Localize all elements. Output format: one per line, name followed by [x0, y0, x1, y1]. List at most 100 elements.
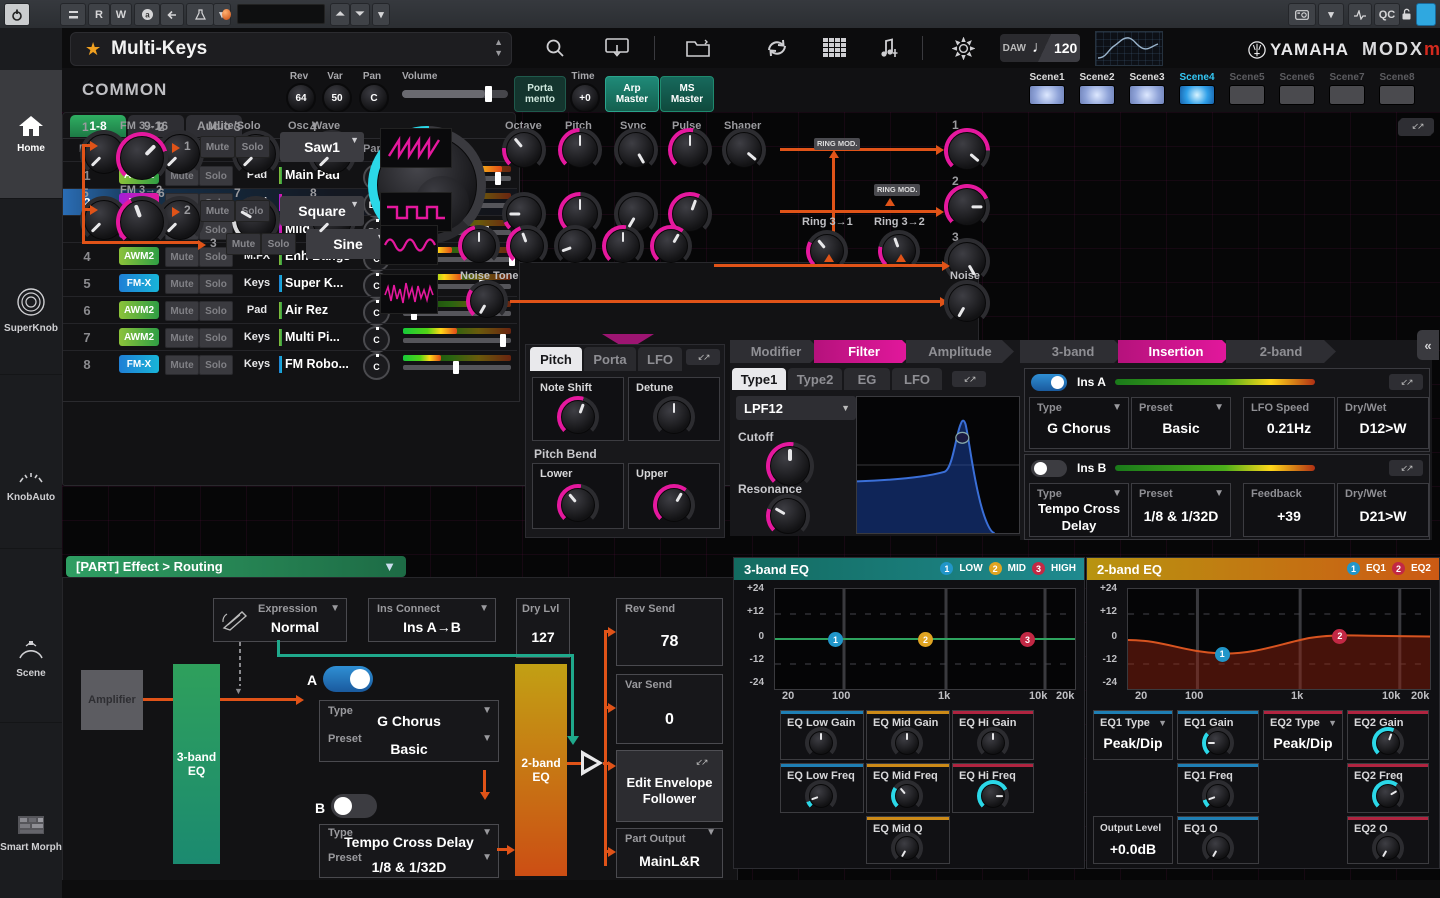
eq1-freq-box[interactable]: EQ1 Freq	[1177, 763, 1259, 813]
tab-amplitude[interactable]: Amplitude	[906, 340, 1014, 363]
pb-lower-box[interactable]: Lower	[532, 463, 624, 529]
eq-mid-gain-knob[interactable]	[895, 731, 919, 755]
osc1-pulse-knob[interactable]	[672, 132, 708, 168]
osc3-pitch-knob[interactable]	[510, 229, 544, 263]
eq2-type-box[interactable]: EQ2 Type ▼ Peak/Dip	[1263, 710, 1343, 760]
write-button[interactable]: W	[110, 3, 132, 26]
scene3-button[interactable]: Scene3	[1127, 72, 1167, 105]
filter-type-select[interactable]: LPF12 ▼	[736, 396, 856, 420]
fx-b-box[interactable]: Type ▼ Tempo Cross Delay Preset ▼ 1/8 & …	[319, 824, 499, 878]
volume-slider-thumb[interactable]	[485, 86, 492, 102]
sidebar-item-superknob[interactable]: SuperKnob	[0, 246, 62, 375]
cutoff-knob[interactable]	[770, 446, 810, 486]
scene6-button[interactable]: Scene6	[1277, 72, 1317, 105]
scene2-button[interactable]: Scene2	[1077, 72, 1117, 105]
ins-a-toggle[interactable]	[1031, 374, 1067, 391]
eq2-freq-box[interactable]: EQ2 Freq	[1347, 763, 1429, 813]
subtab-type2[interactable]: Type2	[788, 368, 842, 390]
detune-knob[interactable]	[657, 400, 691, 434]
rev-send-knob[interactable]: 64	[286, 83, 316, 113]
power-button[interactable]	[4, 3, 30, 26]
portamento-button[interactable]: Porta mento	[514, 76, 566, 112]
sidebar-item-smartmorph[interactable]: Smart Morph	[0, 768, 62, 898]
pan-knob[interactable]: C	[359, 83, 389, 113]
eq3-point-high[interactable]: 3	[1020, 632, 1035, 647]
scene5-button[interactable]: Scene5	[1227, 72, 1267, 105]
expand-icon[interactable]: ↙↗	[1389, 374, 1423, 390]
scene8-button[interactable]: Scene8	[1377, 72, 1417, 105]
store-button[interactable]	[602, 34, 632, 62]
pattern-button[interactable]	[820, 34, 850, 62]
part-output-box[interactable]: Part Output ▼ MainL&R	[616, 828, 723, 878]
osc2-wave-select[interactable]: Square▼	[280, 196, 364, 226]
solo-button[interactable]: Solo	[199, 328, 233, 348]
color-swatch[interactable]	[1416, 3, 1436, 26]
osc2-mute-button[interactable]: Mute	[200, 200, 235, 222]
fm-3-1-knob[interactable]	[120, 136, 164, 180]
fx-a-box[interactable]: Type ▼ G Chorus Preset ▼ Basic	[319, 700, 499, 762]
pb-upper-box[interactable]: Upper	[628, 463, 720, 529]
part-volume-slider[interactable]	[403, 355, 511, 374]
expand-icon[interactable]: ↙↗	[1389, 460, 1423, 476]
osc1-octave-knob[interactable]	[506, 132, 542, 168]
eq2-routing-block[interactable]: 2-band EQ	[515, 664, 567, 876]
list-dropdown[interactable]: ▾	[372, 3, 390, 26]
lock-button[interactable]	[1398, 3, 1414, 24]
tool-button[interactable]	[186, 3, 214, 26]
eq2-gain-knob[interactable]	[1376, 731, 1400, 755]
tab-filter[interactable]: Filter	[814, 340, 914, 363]
osc1-shaper-knob[interactable]	[726, 132, 762, 168]
mute-button[interactable]: Mute	[165, 328, 199, 348]
ins-b-preset[interactable]: Preset▼ 1/8 & 1/32D	[1131, 483, 1231, 537]
eq-mid-gain-box[interactable]: EQ Mid Gain	[866, 710, 950, 760]
pb-upper-knob[interactable]	[657, 488, 691, 522]
osc3-shaper-knob[interactable]	[654, 229, 688, 263]
settings-button[interactable]	[948, 34, 978, 62]
snapshot-dropdown[interactable]: ▾	[1318, 3, 1344, 26]
expression-box[interactable]: Expression ▼ Normal	[213, 598, 347, 642]
eq-hi-freq-box[interactable]: EQ Hi Freq	[952, 763, 1034, 813]
porta-time-knob[interactable]: +0	[570, 83, 600, 113]
mute-button[interactable]: Mute	[165, 355, 199, 375]
eject-button[interactable]	[60, 3, 86, 26]
ring-3-2-knob[interactable]	[882, 234, 916, 268]
motion-seq-display[interactable]	[1095, 31, 1163, 66]
solo-button[interactable]: Solo	[199, 274, 233, 294]
osc3-octave-knob[interactable]	[462, 229, 496, 263]
part-row-7[interactable]: 7 AWM2 Mute Solo Keys Multi Pi... C	[63, 323, 517, 351]
tab-porta[interactable]: Porta	[584, 347, 636, 371]
eq-hi-freq-knob[interactable]	[981, 784, 1005, 808]
song-button[interactable]	[874, 34, 904, 62]
collapse-panel-button[interactable]: «	[1417, 330, 1439, 360]
eq2-point-1[interactable]: 1	[1215, 647, 1230, 662]
mute-button[interactable]: Mute	[165, 247, 199, 267]
tab-2band[interactable]: 2-band	[1226, 340, 1336, 363]
eq-mid-freq-knob[interactable]	[895, 784, 919, 808]
tab-3band[interactable]: 3-band	[1020, 340, 1126, 363]
subtab-eg[interactable]: EG	[844, 368, 890, 390]
eq3-routing-block[interactable]: 3-band EQ	[173, 664, 220, 864]
osc1-wave-select[interactable]: Saw1▼	[280, 132, 364, 162]
back-button[interactable]	[160, 3, 184, 26]
eq-low-freq-box[interactable]: EQ Low Freq	[780, 763, 864, 813]
eq1-gain-knob[interactable]	[1206, 731, 1230, 755]
eq3-point-low[interactable]: 1	[828, 632, 843, 647]
ins-b-toggle[interactable]	[1031, 460, 1067, 477]
qc-button[interactable]: QC	[1374, 3, 1400, 26]
noise-tone-knob[interactable]	[470, 284, 504, 318]
search-button[interactable]	[540, 34, 570, 62]
sidebar-item-home[interactable]: Home	[0, 70, 62, 199]
arp-master-button[interactable]: Arp Master	[605, 76, 659, 112]
osc1-solo-button[interactable]: Solo	[235, 136, 270, 158]
eq1-type-box[interactable]: EQ1 Type ▼ Peak/Dip	[1093, 710, 1173, 760]
eq-mid-q-knob[interactable]	[895, 836, 919, 860]
ins-a-drywet[interactable]: Dry/Wet D12>W	[1337, 397, 1429, 449]
eq-mid-freq-box[interactable]: EQ Mid Freq	[866, 763, 950, 813]
ins-b-param1[interactable]: Feedback +39	[1243, 483, 1335, 537]
osc1-pitch-knob[interactable]	[562, 132, 598, 168]
solo-button[interactable]: Solo	[199, 166, 233, 186]
subtab-lfo[interactable]: LFO	[892, 368, 942, 390]
osc3-mute-button[interactable]: Mute	[226, 233, 261, 255]
osc1-level-knob[interactable]	[948, 132, 986, 170]
tab-insertion[interactable]: Insertion	[1118, 340, 1234, 363]
